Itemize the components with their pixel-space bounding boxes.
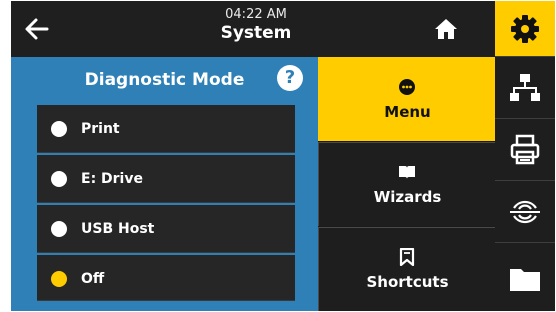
radio-icon: [51, 171, 67, 187]
bookmark-icon: [399, 248, 415, 266]
main-nav: Menu Wizards Shortcuts: [318, 57, 495, 311]
nav-label: Menu: [384, 103, 431, 121]
folder-icon: [510, 269, 540, 291]
gear-icon: [511, 15, 539, 43]
nav-label: Wizards: [373, 188, 442, 206]
right-sidebar: [495, 1, 555, 311]
book-icon: [399, 166, 415, 179]
printer-icon: [510, 134, 540, 165]
rfid-icon: [510, 200, 540, 224]
nav-wizards[interactable]: Wizards: [318, 142, 495, 226]
nav-menu[interactable]: Menu: [318, 57, 495, 141]
page-title: System: [220, 23, 292, 43]
clock: 04:22 AM: [225, 7, 287, 22]
menu-dots-icon: [399, 79, 415, 95]
option-label: E: Drive: [81, 171, 143, 187]
network-icon: [510, 74, 540, 101]
option-print[interactable]: Print: [37, 105, 295, 153]
option-usb-host[interactable]: USB Host: [37, 205, 295, 253]
option-e-drive[interactable]: E: Drive: [37, 155, 295, 203]
option-off[interactable]: Off: [37, 255, 295, 301]
arrow-left-icon: [25, 18, 49, 40]
option-label: Print: [81, 121, 120, 137]
radio-selected-icon: [51, 271, 67, 287]
radio-icon: [51, 221, 67, 237]
printer-screen: 04:22 AM System Diagnostic Mode ? Print …: [11, 1, 555, 311]
panel-title: Diagnostic Mode: [84, 70, 245, 90]
printer-button[interactable]: [495, 119, 555, 181]
top-bar: 04:22 AM System: [11, 1, 495, 57]
help-button[interactable]: ?: [277, 65, 303, 91]
settings-button[interactable]: [495, 1, 555, 57]
home-icon: [435, 19, 457, 39]
diagnostic-mode-panel: Diagnostic Mode ? Print E: Drive USB Hos…: [11, 57, 318, 311]
rfid-button[interactable]: [495, 181, 555, 243]
network-button[interactable]: [495, 57, 555, 119]
radio-icon: [51, 121, 67, 137]
nav-shortcuts[interactable]: Shortcuts: [318, 227, 495, 311]
back-button[interactable]: [23, 15, 51, 43]
home-button[interactable]: [433, 17, 459, 41]
storage-button[interactable]: [495, 243, 555, 311]
option-label: Off: [81, 271, 105, 287]
option-label: USB Host: [81, 221, 155, 237]
nav-label: Shortcuts: [366, 273, 449, 291]
